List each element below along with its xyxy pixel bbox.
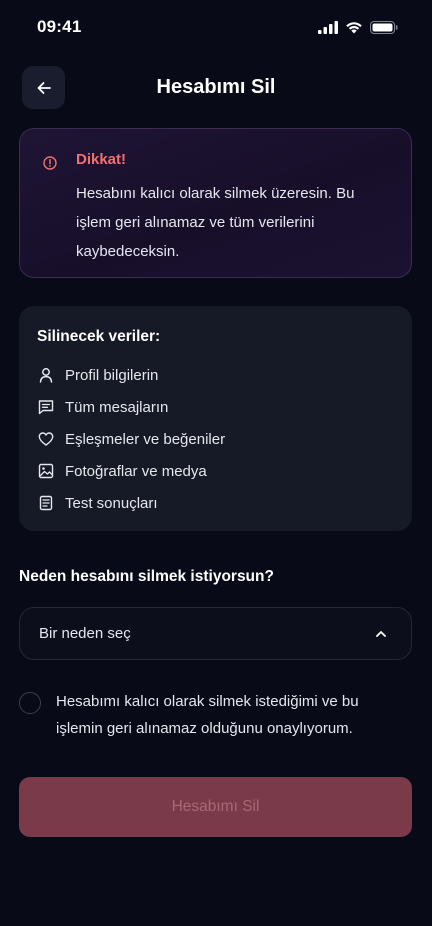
deleted-data-label: Tüm mesajların xyxy=(65,398,169,416)
cellular-signal-icon xyxy=(318,20,338,34)
consent-text-line: işlemin geri alınamaz olduğunu onaylıyor… xyxy=(56,720,353,737)
deleted-data-item-matches: Eşleşmeler ve beğeniler xyxy=(37,423,394,455)
warning-text-line: kaybedeceksin. xyxy=(76,243,180,260)
reason-label: Neden hesabını silmek istiyorsun? xyxy=(19,568,274,585)
warning-text: Hesabını kalıcı olarak silmek üzeresin. … xyxy=(76,179,387,266)
deleted-data-item-messages: Tüm mesajların xyxy=(37,391,394,423)
wifi-icon xyxy=(346,21,362,33)
arrow-left-icon xyxy=(37,81,51,94)
status-time: 09:41 xyxy=(37,17,82,36)
status-bar: 09:41 xyxy=(0,0,432,54)
deleted-data-item-photos: Fotoğraflar ve medya xyxy=(37,455,394,487)
deleted-data-card: Silinecek veriler: Profil bilgilerin Tüm… xyxy=(19,306,412,531)
deleted-data-label: Fotoğraflar ve medya xyxy=(65,462,207,480)
status-icons xyxy=(318,20,398,34)
message-icon xyxy=(37,398,55,416)
user-icon xyxy=(37,366,55,384)
warning-card: Dikkat! Hesabını kalıcı olarak silmek üz… xyxy=(19,128,412,278)
header: Hesabımı Sil xyxy=(0,66,432,110)
deleted-data-label: Eşleşmeler ve beğeniler xyxy=(65,430,226,448)
image-icon xyxy=(37,462,55,480)
delete-account-button[interactable]: Hesabımı Sil xyxy=(19,777,412,837)
deleted-data-label: Test sonuçları xyxy=(65,494,158,512)
alert-circle-icon xyxy=(43,156,57,170)
document-icon xyxy=(37,494,55,512)
consent-text[interactable]: Hesabımı kalıcı olarak silmek istediğimi… xyxy=(56,688,412,742)
deleted-data-title: Silinecek veriler: xyxy=(37,328,161,345)
battery-icon xyxy=(370,20,398,34)
chevron-up-icon xyxy=(376,630,386,637)
reason-selected-value: Bir neden seç xyxy=(39,625,131,642)
heart-icon xyxy=(37,430,55,448)
reason-select[interactable]: Bir neden seç xyxy=(19,607,412,660)
warning-title: Dikkat! xyxy=(76,151,127,168)
deleted-data-item-profile: Profil bilgilerin xyxy=(37,359,394,391)
warning-text-line: işlem geri alınamaz ve tüm verilerini xyxy=(76,214,315,231)
warning-text-line: Hesabını kalıcı olarak silmek üzeresin. … xyxy=(76,185,355,202)
consent-row: Hesabımı kalıcı olarak silmek istediğimi… xyxy=(19,688,412,748)
deleted-data-item-tests: Test sonuçları xyxy=(37,487,394,519)
consent-checkbox[interactable] xyxy=(19,692,41,714)
deleted-data-label: Profil bilgilerin xyxy=(65,366,159,384)
consent-text-line: Hesabımı kalıcı olarak silmek istediğimi… xyxy=(56,693,359,710)
back-button[interactable] xyxy=(22,66,65,109)
